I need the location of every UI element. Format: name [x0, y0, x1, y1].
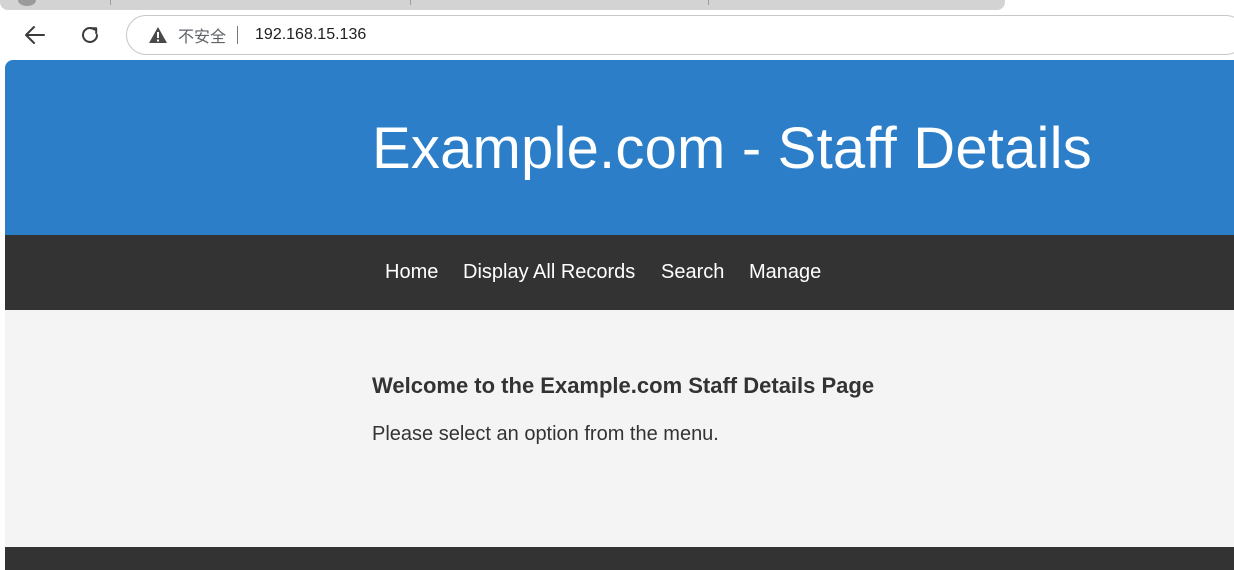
welcome-text: Please select an option from the menu.	[372, 423, 719, 445]
site-navigation: Home Display All Records Search Manage	[5, 235, 1234, 310]
nav-link-home[interactable]: Home	[385, 261, 438, 284]
url-text[interactable]: 192.168.15.136	[255, 26, 366, 44]
address-bar-divider	[237, 26, 239, 44]
page-viewport: Example.com - Staff Details Home Display…	[5, 60, 1234, 570]
tab-strip	[0, 0, 1234, 12]
security-status-label[interactable]: 不安全	[178, 23, 226, 47]
nav-link-manage[interactable]: Manage	[749, 261, 821, 284]
main-content: Welcome to the Example.com Staff Details…	[372, 373, 874, 446]
address-bar[interactable]: 不安全 192.168.15.136	[126, 15, 1234, 55]
warning-triangle-icon[interactable]	[147, 25, 169, 45]
browser-toolbar: 不安全 192.168.15.136	[0, 12, 1234, 59]
tab-separator	[410, 0, 411, 5]
site-footer	[5, 547, 1234, 570]
welcome-heading: Welcome to the Example.com Staff Details…	[372, 373, 875, 398]
reload-button[interactable]	[75, 20, 105, 50]
tab-strip-background	[0, 0, 1005, 10]
tab-separator	[110, 0, 111, 5]
back-button[interactable]	[20, 20, 50, 50]
site-header: Example.com - Staff Details	[5, 60, 1234, 235]
nav-link-display-all-records[interactable]: Display All Records	[463, 261, 635, 284]
nav-link-search[interactable]: Search	[661, 261, 724, 284]
page-title: Example.com - Staff Details	[372, 116, 1092, 181]
reload-icon	[82, 26, 98, 43]
tab-separator	[708, 0, 709, 5]
back-arrow-icon	[25, 26, 45, 44]
